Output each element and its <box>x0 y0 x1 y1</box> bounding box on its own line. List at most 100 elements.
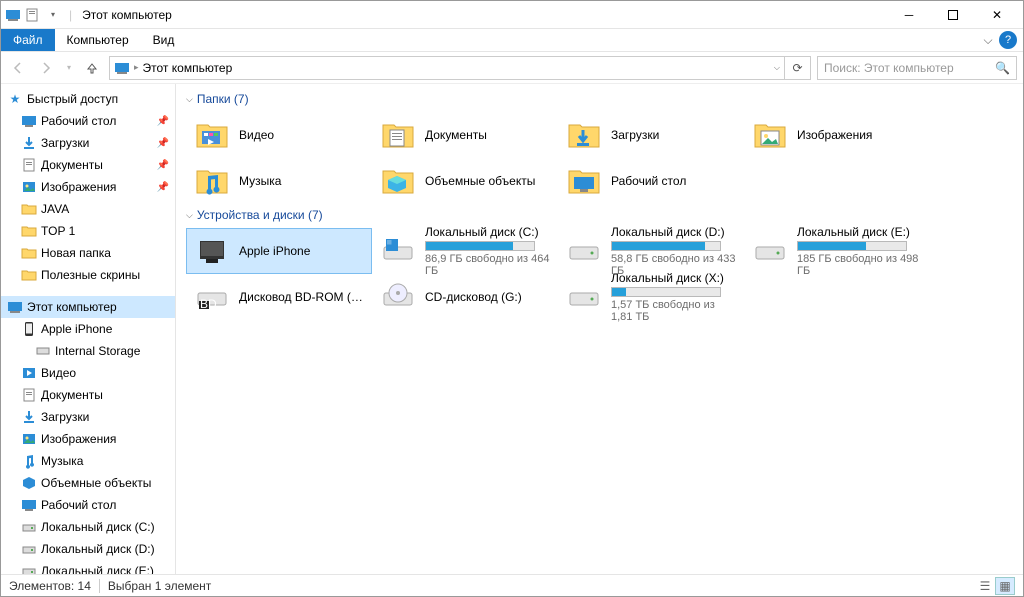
tree-item[interactable]: Локальный диск (D:) <box>1 538 175 560</box>
device-item[interactable]: Apple iPhone <box>186 228 372 274</box>
ribbon-collapse-chevron-icon[interactable]: ⌵ <box>979 29 997 51</box>
view-details-button[interactable]: ☰ <box>975 577 995 595</box>
folder-icon <box>193 162 231 200</box>
separator <box>99 579 100 593</box>
close-button[interactable]: ✕ <box>975 1 1019 29</box>
chevron-right-icon[interactable]: ▸ <box>134 62 139 73</box>
minimize-button[interactable]: ─ <box>887 1 931 29</box>
item-icon <box>21 245 37 261</box>
tree-item[interactable]: Рабочий стол <box>1 494 175 516</box>
item-icon <box>21 223 37 239</box>
group-header-folders[interactable]: ⌵Папки (7) <box>186 92 1013 106</box>
help-icon[interactable]: ? <box>999 31 1017 49</box>
tree-item[interactable]: Объемные объекты <box>1 472 175 494</box>
tree-item[interactable]: Локальный диск (C:) <box>1 516 175 538</box>
folder-item[interactable]: Документы <box>372 112 558 158</box>
tree-item[interactable]: Изображения <box>1 428 175 450</box>
tree-item[interactable]: Изображения📌 <box>1 176 175 198</box>
tree-item[interactable]: Apple iPhone <box>1 318 175 340</box>
tree-item[interactable]: Internal Storage <box>1 340 175 362</box>
folder-icon <box>565 162 603 200</box>
device-item[interactable]: CD-дисковод (G:) <box>372 274 558 320</box>
breadcrumb-location[interactable]: Этот компьютер <box>143 61 233 75</box>
tree-item[interactable]: Музыка <box>1 450 175 472</box>
folder-item[interactable]: Загрузки <box>558 112 744 158</box>
nav-forward-button[interactable] <box>35 57 57 79</box>
tree-item[interactable]: Рабочий стол📌 <box>1 110 175 132</box>
status-bar: Элементов: 14 Выбран 1 элемент ☰ ▦ <box>1 574 1023 596</box>
tree-item[interactable]: Документы <box>1 384 175 406</box>
drive-icon <box>193 232 231 270</box>
item-icon <box>21 563 37 574</box>
folder-item[interactable]: Видео <box>186 112 372 158</box>
content-pane[interactable]: ⌵Папки (7) ВидеоДокументыЗагрузкиИзображ… <box>176 84 1023 574</box>
tree-this-pc[interactable]: Этот компьютер <box>1 296 175 318</box>
nav-tree[interactable]: ★ Быстрый доступ Рабочий стол📌Загрузки📌Д… <box>1 84 176 574</box>
drive-icon <box>751 232 789 270</box>
tab-view[interactable]: Вид <box>141 29 187 51</box>
item-icon <box>21 409 37 425</box>
window-title: Этот компьютер <box>82 8 172 22</box>
breadcrumb[interactable]: ▸ Этот компьютер ⌵ <box>109 56 785 80</box>
qat-chevron-down-icon[interactable]: ▾ <box>45 7 61 23</box>
folder-item[interactable]: Музыка <box>186 158 372 204</box>
tree-item[interactable]: Загрузки <box>1 406 175 428</box>
drive-icon: BD <box>193 278 231 316</box>
drive-icon <box>565 278 603 316</box>
tree-item[interactable]: Локальный диск (E:) <box>1 560 175 574</box>
ribbon: Файл Компьютер Вид ⌵ ? <box>1 29 1023 52</box>
breadcrumb-chevron-down-icon[interactable]: ⌵ <box>774 63 780 73</box>
item-icon <box>35 343 51 359</box>
tree-item[interactable]: Новая папка <box>1 242 175 264</box>
tree-item[interactable]: Полезные скрины <box>1 264 175 286</box>
item-icon <box>21 267 37 283</box>
search-placeholder: Поиск: Этот компьютер <box>824 61 954 75</box>
chevron-down-icon: ⌵ <box>186 94 193 105</box>
nav-up-button[interactable] <box>81 57 103 79</box>
item-icon <box>21 365 37 381</box>
app-icon <box>5 7 21 23</box>
maximize-button[interactable] <box>931 1 975 29</box>
tree-item[interactable]: Загрузки📌 <box>1 132 175 154</box>
svg-text:BD: BD <box>200 297 217 311</box>
qat-properties-icon[interactable] <box>25 7 41 23</box>
drive-icon <box>379 232 417 270</box>
tree-item[interactable]: JAVA <box>1 198 175 220</box>
folder-item[interactable]: Изображения <box>744 112 930 158</box>
tree-quick-access[interactable]: ★ Быстрый доступ <box>1 88 175 110</box>
refresh-button[interactable]: ⟳ <box>785 56 811 80</box>
item-icon <box>21 475 37 491</box>
device-item[interactable]: Локальный диск (E:)185 ГБ свободно из 49… <box>744 228 930 274</box>
item-icon <box>21 179 37 195</box>
pc-icon <box>7 299 23 315</box>
capacity-bar <box>425 241 535 251</box>
folder-item[interactable]: Объемные объекты <box>372 158 558 204</box>
nav-history-chevron-icon[interactable]: ▾ <box>63 57 75 79</box>
device-item[interactable]: Локальный диск (X:)1,57 ТБ свободно из 1… <box>558 274 744 320</box>
separator: | <box>69 8 72 22</box>
device-item[interactable]: Локальный диск (C:)86,9 ГБ свободно из 4… <box>372 228 558 274</box>
free-space-label: 1,57 ТБ свободно из 1,81 ТБ <box>611 299 737 323</box>
tab-file[interactable]: Файл <box>1 29 55 51</box>
item-icon <box>21 387 37 403</box>
tree-item[interactable]: Видео <box>1 362 175 384</box>
item-icon <box>21 113 37 129</box>
view-tiles-button[interactable]: ▦ <box>995 577 1015 595</box>
tree-item[interactable]: Документы📌 <box>1 154 175 176</box>
pin-icon: 📌 <box>157 116 169 127</box>
folder-icon <box>751 116 789 154</box>
folder-icon <box>565 116 603 154</box>
item-icon <box>21 431 37 447</box>
folder-item[interactable]: Рабочий стол <box>558 158 744 204</box>
pin-icon: 📌 <box>157 182 169 193</box>
search-input[interactable]: Поиск: Этот компьютер 🔍 <box>817 56 1017 80</box>
address-bar: ▾ ▸ Этот компьютер ⌵ ⟳ Поиск: Этот компь… <box>1 52 1023 84</box>
titlebar: ▾ | Этот компьютер ─ ✕ <box>1 1 1023 29</box>
nav-back-button[interactable] <box>7 57 29 79</box>
tab-computer[interactable]: Компьютер <box>55 29 141 51</box>
item-icon <box>21 541 37 557</box>
group-header-devices[interactable]: ⌵Устройства и диски (7) <box>186 208 1013 222</box>
tree-item[interactable]: TOP 1 <box>1 220 175 242</box>
device-item[interactable]: BDДисковод BD-ROM (F:) <box>186 274 372 320</box>
device-item[interactable]: Локальный диск (D:)58,8 ГБ свободно из 4… <box>558 228 744 274</box>
